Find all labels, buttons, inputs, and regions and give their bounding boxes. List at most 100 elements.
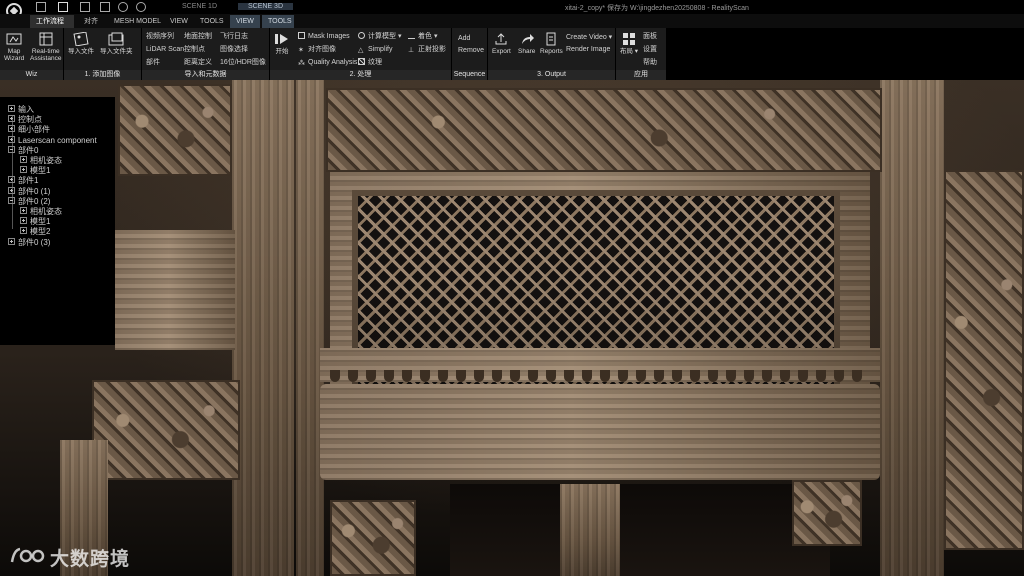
tab-mesh-model[interactable]: MESH MODEL	[108, 15, 167, 28]
expand-icon[interactable]	[8, 186, 15, 194]
tab-alignment[interactable]: 对齐	[78, 15, 104, 28]
right-pillar	[880, 80, 944, 576]
tree-node-label: 输入	[18, 105, 34, 114]
simplify-button[interactable]: △ Simplify	[358, 44, 393, 55]
share-icon	[521, 34, 534, 44]
expand-icon[interactable]	[8, 135, 15, 143]
reports-button[interactable]: Reports	[540, 32, 563, 55]
reports-icon	[546, 32, 556, 46]
panel-button[interactable]: 面板	[643, 31, 657, 42]
tree-node-label: 部件0 (3)	[18, 237, 51, 247]
tab-scene-tools[interactable]: TOOLS	[262, 15, 294, 28]
tree-node[interactable]: 输入	[8, 105, 34, 115]
right-panel	[944, 170, 1024, 550]
left-carving-top	[118, 84, 232, 176]
collapse-icon[interactable]	[8, 196, 15, 204]
quality-analysis-button[interactable]: ⁂ Quality Analysis	[298, 57, 357, 68]
tab-tools[interactable]: TOOLS	[194, 15, 230, 28]
video-sequence-button[interactable]: 视频序列	[146, 31, 174, 42]
bead-carving	[474, 370, 484, 382]
tree-node[interactable]: Laserscan component	[8, 135, 97, 146]
watermark-logo-icon	[10, 547, 45, 563]
tree-node[interactable]: 部件1	[8, 176, 38, 186]
scene-3d-tab[interactable]: SCENE 3D	[238, 3, 294, 10]
ground-control-button[interactable]: 地面控制	[184, 31, 212, 42]
tree-node[interactable]: 部件0 (1)	[8, 186, 50, 197]
layout-icon[interactable]	[58, 2, 68, 12]
distance-definition-button[interactable]: 距离定义	[184, 57, 212, 68]
expand-icon[interactable]	[20, 217, 27, 225]
tree-node[interactable]: 部件0	[8, 145, 38, 156]
export-icon	[495, 33, 507, 45]
colorize-button[interactable]: 着色 ▾	[408, 31, 437, 42]
expand-icon[interactable]	[8, 125, 15, 133]
import-files-button[interactable]: 导入文件	[68, 32, 94, 55]
tree-node[interactable]: 相机姿态	[20, 207, 62, 217]
corner-bracket-left	[330, 500, 416, 576]
bead-carving	[510, 370, 520, 382]
3d-viewport[interactable]	[0, 80, 1024, 576]
expand-icon[interactable]	[8, 105, 15, 112]
expand-icon[interactable]	[8, 237, 15, 245]
share-button[interactable]: Share	[518, 32, 535, 55]
expand-icon[interactable]	[20, 227, 27, 235]
tree-node[interactable]: 相机姿态	[20, 156, 62, 166]
compute-model-button[interactable]: 计算模型 ▾	[358, 31, 401, 42]
lower-beam	[320, 384, 880, 480]
scene-1d-tab[interactable]: SCENE 1D	[182, 3, 217, 10]
mask-icon	[298, 32, 305, 39]
undo-icon[interactable]	[118, 2, 128, 12]
render-image-button[interactable]: Render Image	[566, 44, 610, 55]
group-label-sequence: Sequence	[452, 70, 487, 80]
title-bar: SCENE 1D SCENE 3D xitai-2_copy* 保存为 W:\j…	[0, 0, 1024, 19]
tab-view[interactable]: VIEW	[164, 15, 194, 28]
expand-icon[interactable]	[20, 156, 27, 163]
bead-carving	[762, 370, 772, 382]
new-project-icon[interactable]	[36, 2, 46, 12]
start-button[interactable]: 开始	[274, 32, 290, 55]
mask-images-button[interactable]: Mask Images	[298, 31, 350, 42]
align-images-button[interactable]: ✶ 对齐图像	[298, 44, 336, 55]
carved-frieze	[326, 88, 882, 172]
create-video-button[interactable]: Create Video ▾	[566, 32, 612, 43]
help-button[interactable]: 帮助	[643, 57, 657, 68]
expand-icon[interactable]	[8, 115, 15, 123]
tree-node-label: 部件0 (2)	[18, 196, 51, 206]
component-button[interactable]: 部件	[146, 57, 160, 68]
image-selection-button[interactable]: 图像选择	[220, 44, 248, 55]
map-wizard-button[interactable]: Map Wizard	[4, 32, 24, 62]
layout-button[interactable]: 布局 ▾	[620, 32, 638, 55]
tree-node[interactable]: 细小部件	[8, 125, 50, 135]
redo-icon[interactable]	[136, 2, 146, 12]
texture-button[interactable]: 纹理	[358, 57, 382, 68]
tree-node[interactable]: 部件0 (2)	[8, 196, 51, 207]
import-folder-button[interactable]: 导入文件夹	[100, 32, 133, 55]
tree-node[interactable]: 控制点	[8, 115, 42, 125]
save-icon[interactable]	[100, 2, 110, 12]
collapse-icon[interactable]	[8, 145, 15, 153]
expand-icon[interactable]	[20, 166, 27, 174]
tab-workflow[interactable]: 工作流程	[30, 15, 74, 28]
expand-icon[interactable]	[8, 176, 15, 184]
tree-node[interactable]: 模型1	[20, 217, 50, 227]
expand-icon[interactable]	[20, 207, 27, 214]
sequence-add-button[interactable]: Add	[458, 33, 470, 44]
open-icon[interactable]	[80, 2, 90, 12]
hdr-images-button[interactable]: 16位/HDR图像	[220, 57, 266, 68]
realtime-assistance-button[interactable]: Real-time Assistance	[30, 32, 61, 62]
tree-node[interactable]: 模型2	[20, 227, 50, 237]
quality-icon: ⁂	[298, 60, 305, 67]
tree-node[interactable]: 部件0 (3)	[8, 237, 51, 248]
bead-carving	[582, 370, 592, 382]
sequence-remove-button[interactable]: Remove	[458, 45, 484, 56]
control-points-button[interactable]: 控制点	[184, 44, 205, 55]
export-button[interactable]: Export	[492, 32, 511, 55]
tab-scene-view[interactable]: VIEW	[230, 15, 260, 28]
lidar-scan-button[interactable]: LiDAR Scan	[146, 44, 184, 55]
tree-node[interactable]: 模型1	[20, 166, 50, 176]
brush-icon	[408, 32, 415, 39]
align-icon: ✶	[298, 47, 304, 54]
ortho-projection-button[interactable]: ⊥ 正射投影	[408, 44, 446, 55]
flight-log-button[interactable]: 飞行日志	[220, 31, 248, 42]
settings-button[interactable]: 设置	[643, 44, 657, 55]
